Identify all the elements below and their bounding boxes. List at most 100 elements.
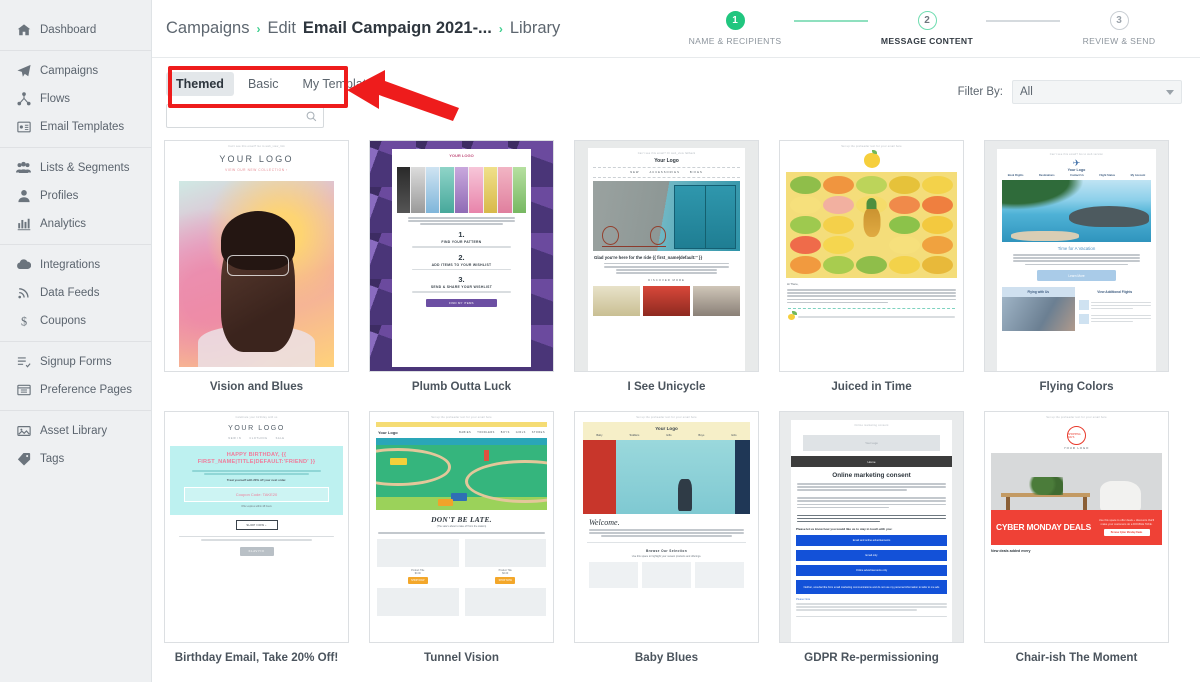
sidebar-item-analytics[interactable]: Analytics — [0, 210, 151, 238]
sidebar-item-label: Flows — [40, 93, 71, 105]
step-indicator: 1 NAME & RECIPIENTS 2 MESSAGE CONTENT 3 … — [676, 11, 1182, 46]
nav-item: Book Flights — [1007, 174, 1024, 177]
coupon-code: Coupon Code: TAKE20 — [184, 486, 329, 502]
template-card[interactable]: Set up the preheader text for your email… — [779, 140, 964, 393]
hero-image — [786, 172, 957, 278]
product-tiles — [589, 561, 744, 588]
nav-item: BIKES — [689, 171, 703, 174]
breadcrumb-campaign-name[interactable]: Email Campaign 2021-... — [303, 19, 492, 38]
preheader-text: Can't see this email? Or web_view fallba… — [637, 152, 696, 155]
sidebar-item-campaigns[interactable]: Campaigns — [0, 57, 151, 85]
sidebar-item-coupons[interactable]: $ Coupons — [0, 307, 151, 335]
brand-logo: KLAVIYO — [239, 546, 274, 556]
dollar-icon: $ — [16, 314, 31, 329]
template-grid: Can't see this email? Go to web_view_lin… — [152, 128, 1200, 664]
template-name: Juiced in Time — [831, 380, 912, 393]
nav-item: Destinations — [1039, 174, 1055, 177]
sidebar-item-asset-library[interactable]: Asset Library — [0, 417, 151, 445]
logo-text: Your Logo — [378, 430, 398, 435]
filter-by-group: Filter By: All — [958, 80, 1182, 104]
template-card[interactable]: Celebrate your birthday with us YOUR LOG… — [164, 411, 349, 664]
sidebar-item-label: Tags — [40, 453, 65, 465]
tab-basic[interactable]: Basic — [238, 72, 289, 96]
template-thumbnail[interactable]: YOUR LOGO 1. FIND YOUR PATTERN 2. ADD IT… — [369, 140, 554, 372]
consent-options: Email and online advertisements Email on… — [796, 535, 947, 595]
preheader-text: Celebrate your birthday with us — [235, 416, 278, 419]
sidebar-item-dashboard[interactable]: Dashboard — [0, 16, 151, 44]
template-name: Tunnel Vision — [424, 651, 499, 664]
template-preview-chair-ish: Set up the preheader text for your email… — [985, 412, 1168, 642]
cta-button: FIND MY ITEMS — [426, 298, 497, 307]
breadcrumb-edit[interactable]: Edit — [267, 19, 295, 38]
logo-text: Your Logo — [654, 158, 679, 164]
sidebar-item-data-feeds[interactable]: Data Feeds — [0, 279, 151, 307]
tab-themed[interactable]: Themed — [166, 72, 234, 96]
sidebar-item-label: Asset Library — [40, 425, 108, 437]
step-label: REVIEW & SEND — [1082, 36, 1156, 46]
template-card[interactable]: Set up the preheader text for your email… — [369, 411, 554, 664]
sidebar-item-integrations[interactable]: Integrations — [0, 251, 151, 279]
step-number: 1 — [725, 11, 745, 30]
template-thumbnail[interactable]: Set up the preheader text for your email… — [369, 411, 554, 643]
template-card[interactable]: Can't see this email? Go to web_view_lin… — [164, 140, 349, 393]
expiry-text: Offer expires within 48 hours — [241, 504, 272, 508]
sidebar-item-label: Signup Forms — [40, 356, 112, 368]
greeting-text: Hi There, — [787, 282, 799, 286]
chevron-right-icon: › — [256, 22, 261, 36]
template-thumbnail[interactable]: Set up the preheader text for your email… — [574, 411, 759, 643]
nav-item: STORES — [531, 431, 545, 434]
sidebar-item-profiles[interactable]: Profiles — [0, 182, 151, 210]
sidebar-item-label: Profiles — [40, 190, 79, 202]
template-thumbnail[interactable]: Can't see this email? Go to web version … — [984, 140, 1169, 372]
filter-by-value: All — [1020, 86, 1033, 98]
breadcrumb-library[interactable]: Library — [510, 19, 560, 38]
search-input[interactable] — [166, 104, 324, 128]
nav-item: SALE — [275, 437, 285, 440]
nav-item: Gifts — [666, 434, 672, 437]
template-thumbnail[interactable]: Can't see this email? Go to web_view_lin… — [164, 140, 349, 372]
preheader-text: Set up the preheader text for your email… — [431, 416, 492, 419]
question-text: Please let us know how you would like us… — [796, 527, 893, 532]
template-card[interactable]: Set up the preheader text for your email… — [984, 411, 1169, 664]
nav-item: NEW — [630, 171, 640, 174]
template-card[interactable]: Can't see this email? Go to web version … — [984, 140, 1169, 393]
template-thumbnail[interactable]: Can't see this email? Or web_view fallba… — [574, 140, 759, 372]
sidebar-item-email-templates[interactable]: Email Templates — [0, 113, 151, 141]
cta-text: DISCOVER MORE — [648, 277, 685, 282]
breadcrumb-campaigns[interactable]: Campaigns — [166, 19, 249, 38]
email-body: YOUR LOGO 1. FIND YOUR PATTERN 2. ADD IT… — [392, 149, 531, 367]
step-name-recipients[interactable]: 1 NAME & RECIPIENTS — [676, 11, 794, 46]
hero-image — [179, 181, 334, 367]
template-card[interactable]: Online marketing consent Your Logo Home … — [779, 411, 964, 664]
sidebar-group-data: Integrations Data Feeds $ Coupons — [0, 244, 151, 341]
nav-item: ACCESSORIES — [649, 171, 680, 174]
sidebar-item-tags[interactable]: Tags — [0, 445, 151, 473]
image-icon — [16, 424, 31, 439]
step-review-send[interactable]: 3 REVIEW & SEND — [1060, 11, 1178, 46]
nav-bar: BABIES TODDLERS BOYS GIRLS STORES — [459, 431, 545, 434]
consent-option: Online advertisements only — [796, 565, 947, 577]
section-heading: Browse Our Selection — [645, 548, 688, 553]
sidebar-item-lists-segments[interactable]: Lists & Segments — [0, 154, 151, 182]
nav-bar: Book Flights Destinations Contact Us Fli… — [997, 172, 1156, 180]
filter-by-select[interactable]: All — [1012, 80, 1182, 104]
hero-image — [583, 440, 750, 514]
sidebar-item-flows[interactable]: Flows — [0, 85, 151, 113]
nav-item: Toddlers — [629, 434, 640, 437]
sidebar-item-signup-forms[interactable]: Signup Forms — [0, 348, 151, 376]
template-card[interactable]: YOUR LOGO 1. FIND YOUR PATTERN 2. ADD IT… — [369, 140, 554, 393]
template-thumbnail[interactable]: Set up the preheader text for your email… — [779, 140, 964, 372]
template-card[interactable]: Can't see this email? Or web_view fallba… — [574, 140, 759, 393]
cloud-icon — [16, 258, 31, 273]
template-card[interactable]: Set up the preheader text for your email… — [574, 411, 759, 664]
template-thumbnail[interactable]: Set up the preheader text for your email… — [984, 411, 1169, 643]
tab-my-templates[interactable]: My Templates — [293, 72, 390, 96]
template-thumbnail[interactable]: Celebrate your birthday with us YOUR LOG… — [164, 411, 349, 643]
sidebar-item-preference-pages[interactable]: Preference Pages — [0, 376, 151, 404]
nav-item: Boys — [698, 434, 705, 437]
template-thumbnail[interactable]: Online marketing consent Your Logo Home … — [779, 411, 964, 643]
step-message-content[interactable]: 2 MESSAGE CONTENT — [868, 11, 986, 46]
sidebar-item-label: Email Templates — [40, 121, 125, 133]
template-preview-birthday-email: Celebrate your birthday with us YOUR LOG… — [165, 412, 348, 642]
sidebar-item-label: Integrations — [40, 259, 101, 271]
